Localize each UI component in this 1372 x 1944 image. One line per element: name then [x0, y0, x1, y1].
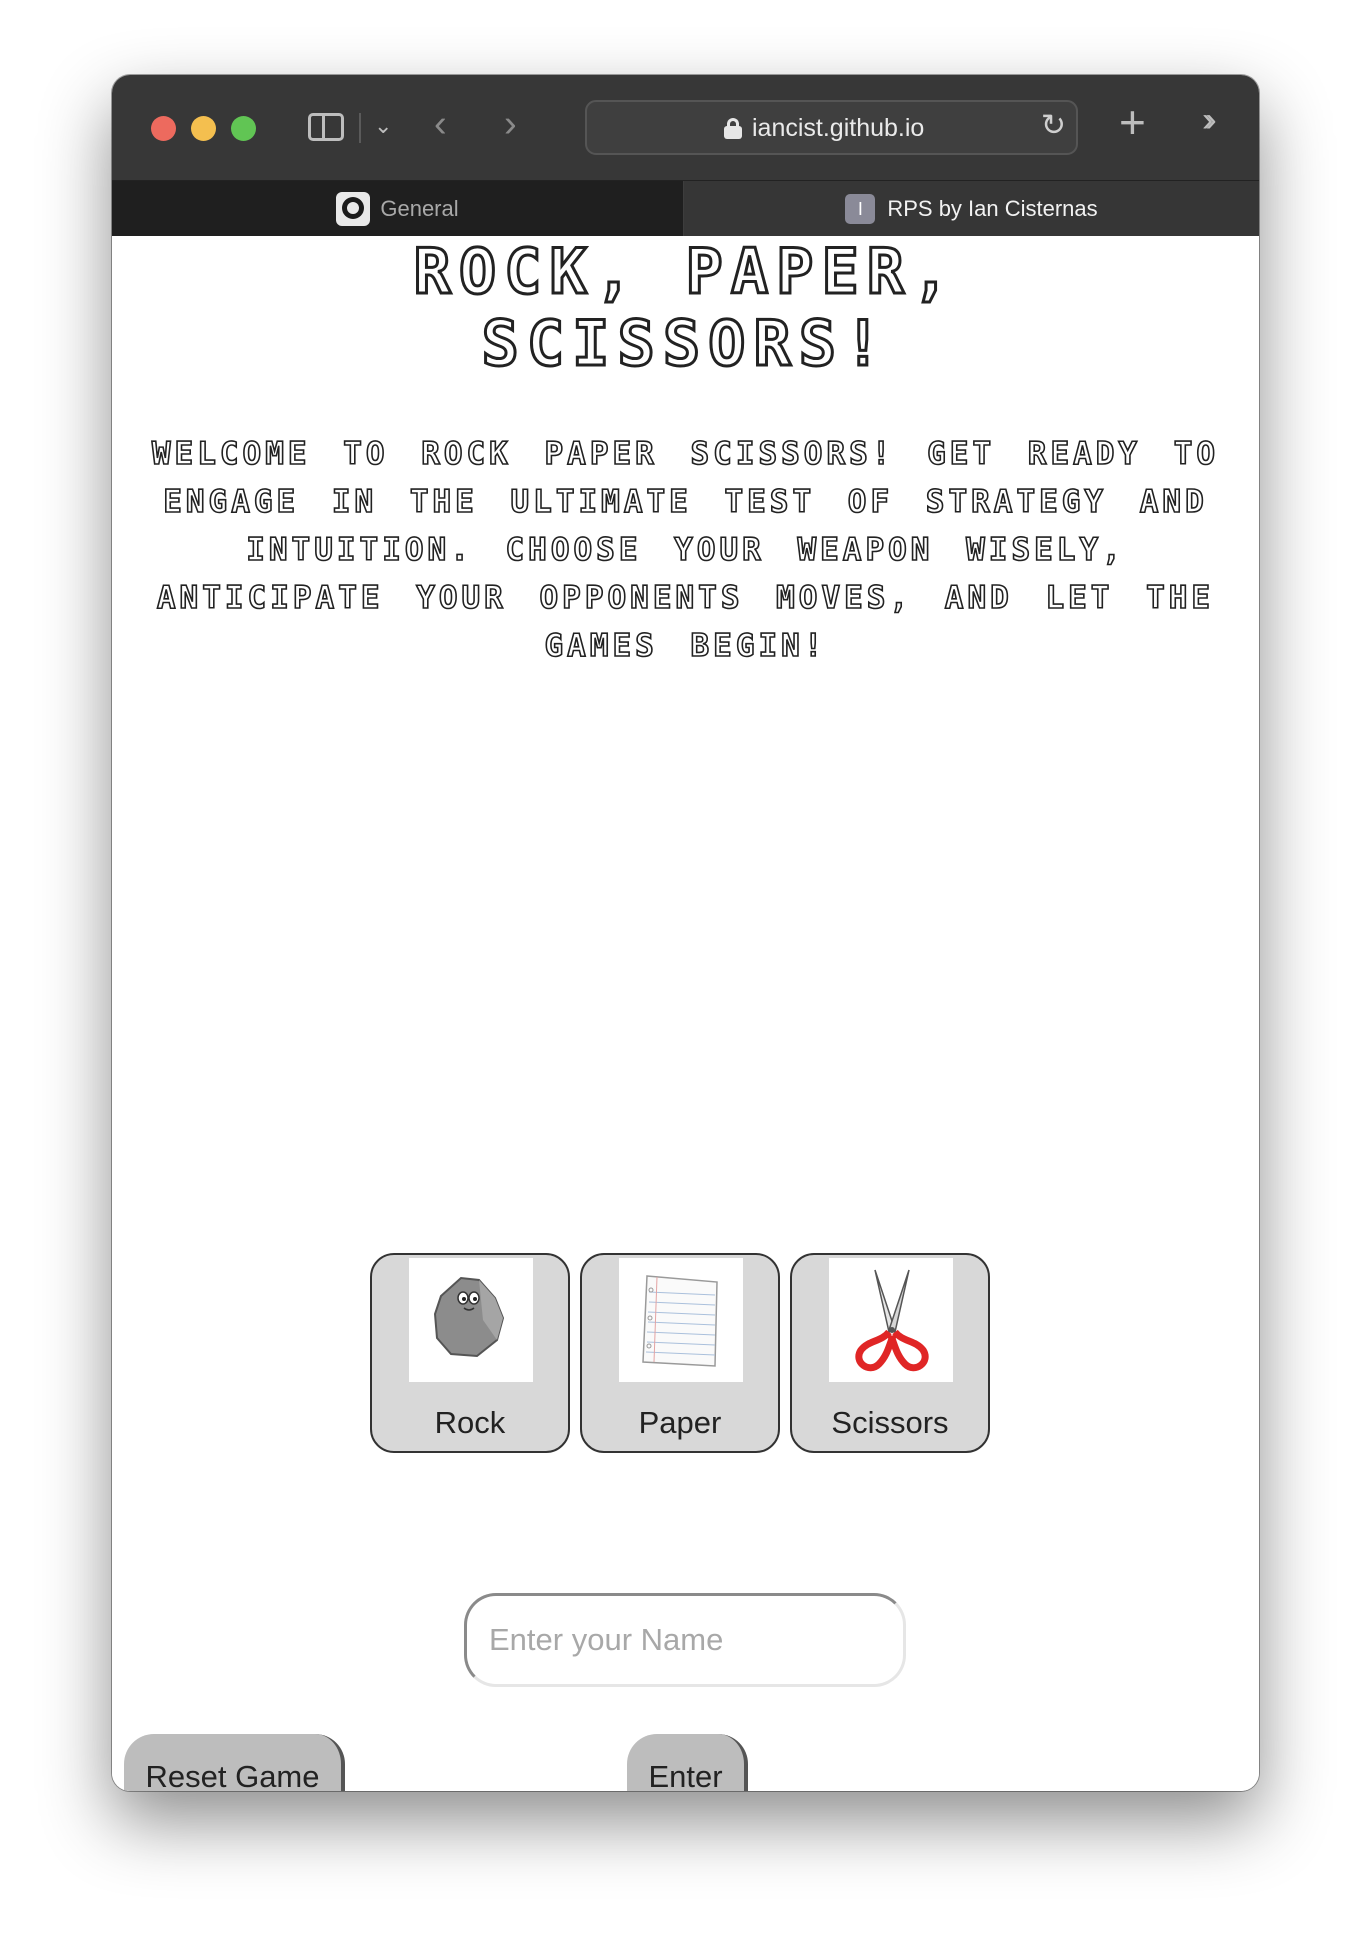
- scissors-icon: [829, 1258, 953, 1382]
- rock-label: Rock: [434, 1405, 506, 1440]
- tab-bar: General I RPS by Ian Cisternas: [112, 180, 1259, 237]
- zoom-window-button[interactable]: [231, 116, 256, 141]
- sidebar-toggle-icon[interactable]: [308, 113, 344, 141]
- address-bar[interactable]: iancist.github.io ↻: [585, 100, 1078, 155]
- title-line-1: Rock, Paper,: [412, 234, 958, 309]
- minimize-window-button[interactable]: [191, 116, 216, 141]
- lock-icon: [724, 118, 742, 139]
- browser-toolbar: ⌄ ‹ › iancist.github.io ↻ + ››: [112, 75, 1259, 180]
- paper-label: Paper: [638, 1405, 722, 1440]
- url-text: iancist.github.io: [752, 114, 925, 142]
- name-input[interactable]: [464, 1593, 906, 1687]
- close-window-button[interactable]: [151, 116, 176, 141]
- choice-buttons: Rock Paper Scissors: [370, 1253, 990, 1453]
- title-line-2: Scissors!: [480, 306, 890, 381]
- intro-text: Welcome to Rock Paper Scissors! Get read…: [151, 435, 1220, 665]
- scissors-button[interactable]: Scissors: [790, 1253, 990, 1453]
- toolbar-divider: [359, 113, 361, 143]
- github-icon: [336, 192, 371, 226]
- page-title: Rock, Paper, Scissors!: [312, 234, 1059, 381]
- paper-button[interactable]: Paper: [580, 1253, 780, 1453]
- paper-icon: [619, 1258, 743, 1382]
- back-icon[interactable]: ‹: [434, 103, 447, 146]
- browser-window: ⌄ ‹ › iancist.github.io ↻ + ›› General I…: [112, 75, 1259, 1791]
- more-tabs-icon[interactable]: ››: [1202, 101, 1216, 140]
- page-viewport: Rock, Paper, Scissors! Welcome to Rock P…: [112, 234, 1259, 1791]
- rock-button[interactable]: Rock: [370, 1253, 570, 1453]
- enter-button[interactable]: Enter: [627, 1734, 748, 1791]
- tab-general[interactable]: General: [112, 181, 684, 237]
- tab-label: RPS by Ian Cisternas: [887, 196, 1098, 221]
- reset-game-button[interactable]: Reset Game: [124, 1734, 345, 1791]
- tab-label: General: [380, 196, 459, 221]
- tab-rps[interactable]: I RPS by Ian Cisternas: [684, 181, 1259, 237]
- chevron-down-icon[interactable]: ⌄: [374, 113, 392, 139]
- forward-icon[interactable]: ›: [504, 103, 517, 146]
- reload-icon[interactable]: ↻: [1041, 108, 1066, 143]
- scissors-label: Scissors: [831, 1405, 949, 1440]
- new-tab-icon[interactable]: +: [1119, 95, 1146, 149]
- rock-icon: [409, 1258, 533, 1382]
- letter-i-icon: I: [845, 194, 876, 224]
